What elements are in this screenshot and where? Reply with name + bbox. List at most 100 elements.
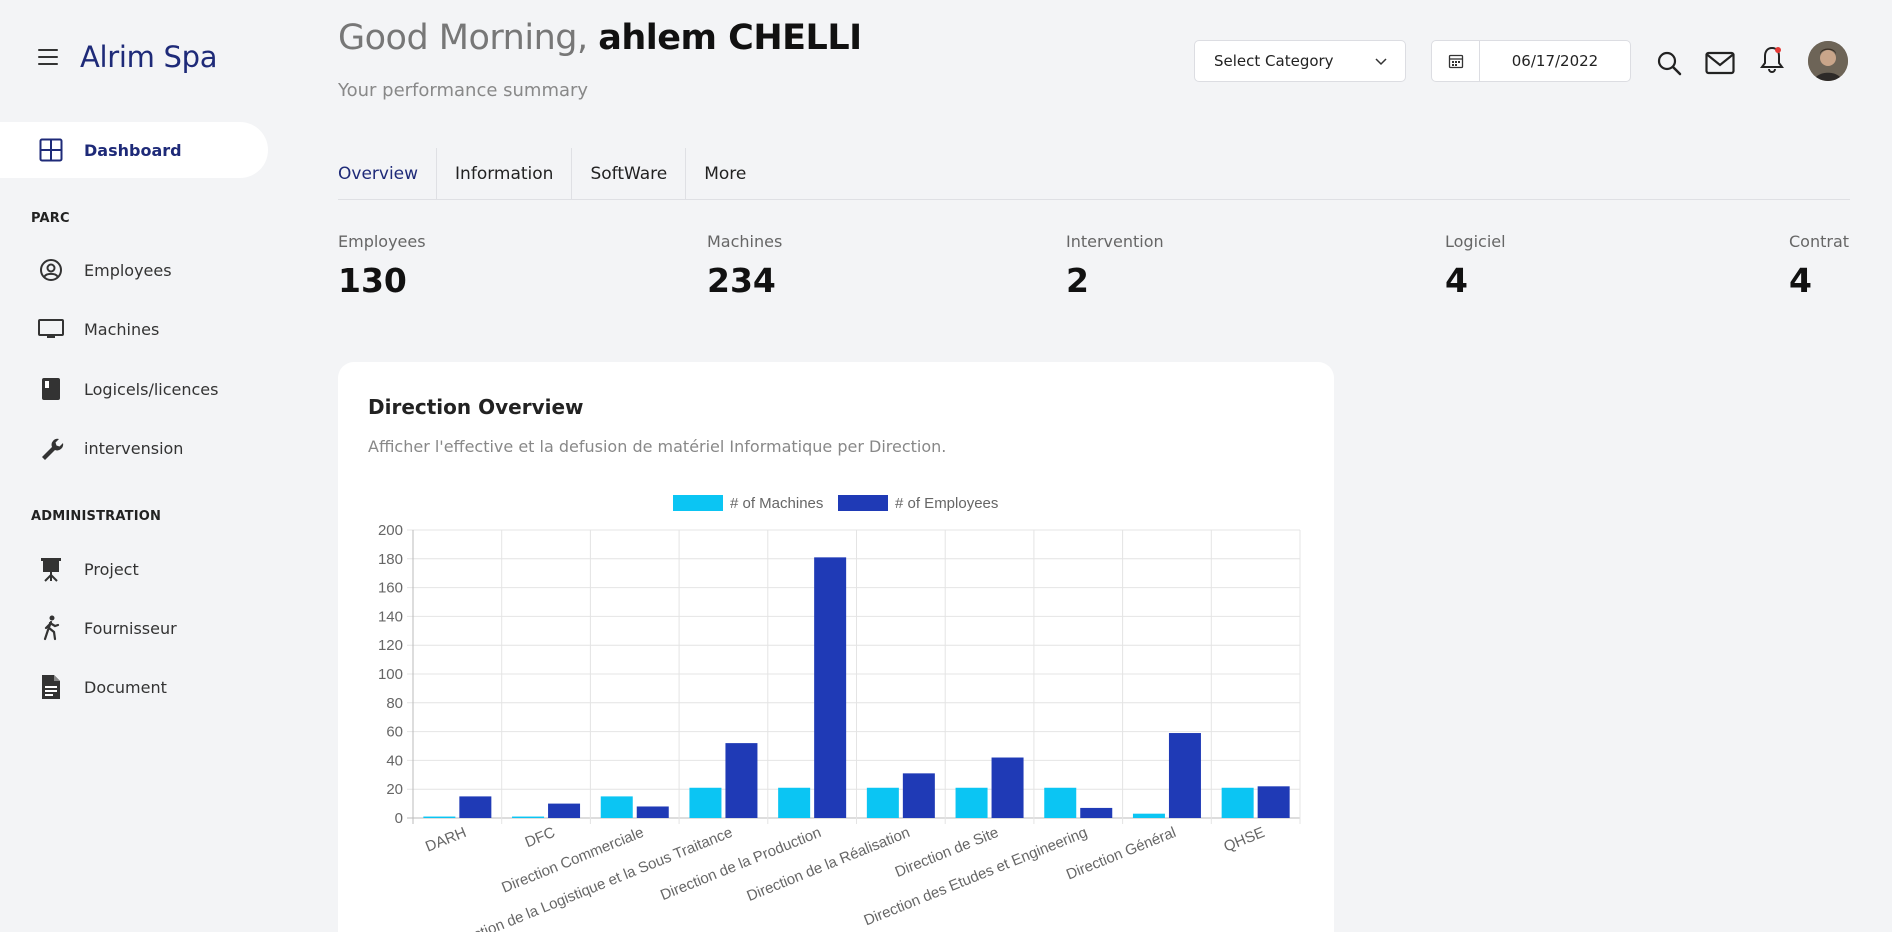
legend-swatch <box>673 495 723 511</box>
greeting-prefix: Good Morning, <box>338 18 588 58</box>
bar-employees <box>548 803 581 818</box>
bar-employees <box>902 773 935 818</box>
bar-employees <box>1080 807 1113 818</box>
sidebar-item-label: intervension <box>84 438 184 458</box>
bar-machines <box>423 816 456 818</box>
walking-person-icon <box>38 615 64 641</box>
mail-icon[interactable] <box>1705 48 1735 78</box>
stat-label: Employees <box>338 232 426 251</box>
book-icon <box>38 376 64 402</box>
y-tick-label: 200 <box>378 522 403 539</box>
stat-label: Intervention <box>1066 232 1164 251</box>
tab-information[interactable]: Information <box>437 148 573 200</box>
bar-employees <box>459 796 492 818</box>
stat-label: Contrat <box>1789 232 1850 251</box>
monitor-icon <box>38 316 64 342</box>
bar-employees <box>1168 733 1201 818</box>
bar-employees <box>636 806 669 818</box>
tab-software[interactable]: SoftWare <box>572 148 687 200</box>
date-value[interactable]: 06/17/2022 <box>1480 52 1630 70</box>
sidebar-item-logiciels[interactable]: Logicels/licences <box>0 361 268 417</box>
bar-machines <box>955 787 988 818</box>
dashboard-grid-icon <box>38 137 64 163</box>
calendar-icon[interactable] <box>1432 41 1480 81</box>
sidebar: Alrim Spa Dashboard PARC Employees Machi… <box>0 0 270 932</box>
section-title-parc: PARC <box>31 211 70 226</box>
user-name: ahlem CHELLI <box>598 18 862 58</box>
brand: Alrim Spa <box>38 40 218 74</box>
y-tick-label: 0 <box>395 810 403 827</box>
greeting: Good Morning, ahlem CHELLI <box>338 18 862 58</box>
bar-employees <box>814 557 847 818</box>
bar-employees <box>725 743 758 818</box>
y-tick-label: 160 <box>378 580 403 597</box>
avatar[interactable] <box>1808 41 1848 81</box>
x-tick-label: Direction Commerciale <box>499 824 646 897</box>
sidebar-item-project[interactable]: Project <box>0 541 268 597</box>
presentation-icon <box>38 556 64 582</box>
bar-machines <box>778 787 811 818</box>
bar-machines <box>1132 813 1165 818</box>
stat-value: 130 <box>338 261 407 300</box>
sidebar-item-label: Logicels/licences <box>84 379 219 399</box>
x-tick-label: DARH <box>423 824 469 856</box>
y-tick-label: 100 <box>378 666 403 683</box>
stat-employees: Employees 130 <box>338 232 426 300</box>
brand-name: Alrim Spa <box>80 40 218 74</box>
y-tick-label: 40 <box>386 752 403 769</box>
bar-machines <box>689 787 722 818</box>
legend-label: # of Employees <box>895 495 998 512</box>
category-select-value: Select Category <box>1214 52 1334 70</box>
search-icon[interactable] <box>1654 48 1684 78</box>
sidebar-item-label: Machines <box>84 319 160 339</box>
tab-more[interactable]: More <box>686 148 764 200</box>
user-circle-icon <box>38 257 64 283</box>
menu-toggle-icon[interactable] <box>38 49 58 65</box>
stat-machines: Machines 234 <box>707 232 782 300</box>
sidebar-item-machines[interactable]: Machines <box>0 301 268 357</box>
section-title-administration: ADMINISTRATION <box>31 509 162 524</box>
stat-value: 2 <box>1066 261 1089 300</box>
stat-label: Machines <box>707 232 783 251</box>
x-tick-label: DFC <box>523 824 558 851</box>
stat-contrat: Contrat 4 <box>1789 232 1849 300</box>
x-tick-label: Direction de la Réalisation <box>744 824 912 905</box>
stat-value: 234 <box>707 261 776 300</box>
bar-machines <box>866 787 899 818</box>
stat-logiciel: Logiciel 4 <box>1445 232 1506 300</box>
sidebar-item-label: Project <box>84 559 139 579</box>
sidebar-item-employees[interactable]: Employees <box>0 242 268 298</box>
category-select[interactable]: Select Category <box>1194 40 1406 82</box>
bar-machines <box>1221 787 1254 818</box>
tab-bar: Overview Information SoftWare More <box>338 148 1850 200</box>
sidebar-item-intervension[interactable]: intervension <box>0 420 268 476</box>
x-tick-label: QHSE <box>1221 824 1267 856</box>
bar-machines <box>600 796 633 818</box>
sidebar-item-dashboard[interactable]: Dashboard <box>0 122 268 178</box>
y-tick-label: 80 <box>386 695 403 712</box>
sidebar-item-label: Employees <box>84 260 172 280</box>
y-tick-label: 60 <box>386 724 403 741</box>
y-tick-label: 180 <box>378 551 403 568</box>
y-tick-label: 20 <box>386 781 403 798</box>
page-subtitle: Your performance summary <box>338 80 589 101</box>
tab-overview[interactable]: Overview <box>338 148 438 200</box>
sidebar-item-label: Document <box>84 677 167 697</box>
notification-bell-icon[interactable] <box>1757 44 1787 74</box>
date-picker[interactable]: 06/17/2022 <box>1431 40 1631 82</box>
bar-machines <box>512 816 545 818</box>
document-icon <box>38 674 64 700</box>
stat-value: 4 <box>1789 261 1812 300</box>
bar-machines <box>1044 787 1077 818</box>
sidebar-item-label: Dashboard <box>84 140 182 160</box>
y-tick-label: 120 <box>378 637 403 654</box>
chart-plot: 020406080100120140160180200DARH DFCDirect… <box>378 495 1301 932</box>
direction-overview-card: Direction Overview Afficher l'effective … <box>338 362 1334 932</box>
stat-value: 4 <box>1445 261 1468 300</box>
wrench-icon <box>38 435 64 461</box>
sidebar-item-fournisseur[interactable]: Fournisseur <box>0 600 268 656</box>
stat-intervention: Intervention 2 <box>1066 232 1164 300</box>
y-tick-label: 140 <box>378 608 403 625</box>
stat-label: Logiciel <box>1445 232 1506 251</box>
sidebar-item-document[interactable]: Document <box>0 659 268 715</box>
